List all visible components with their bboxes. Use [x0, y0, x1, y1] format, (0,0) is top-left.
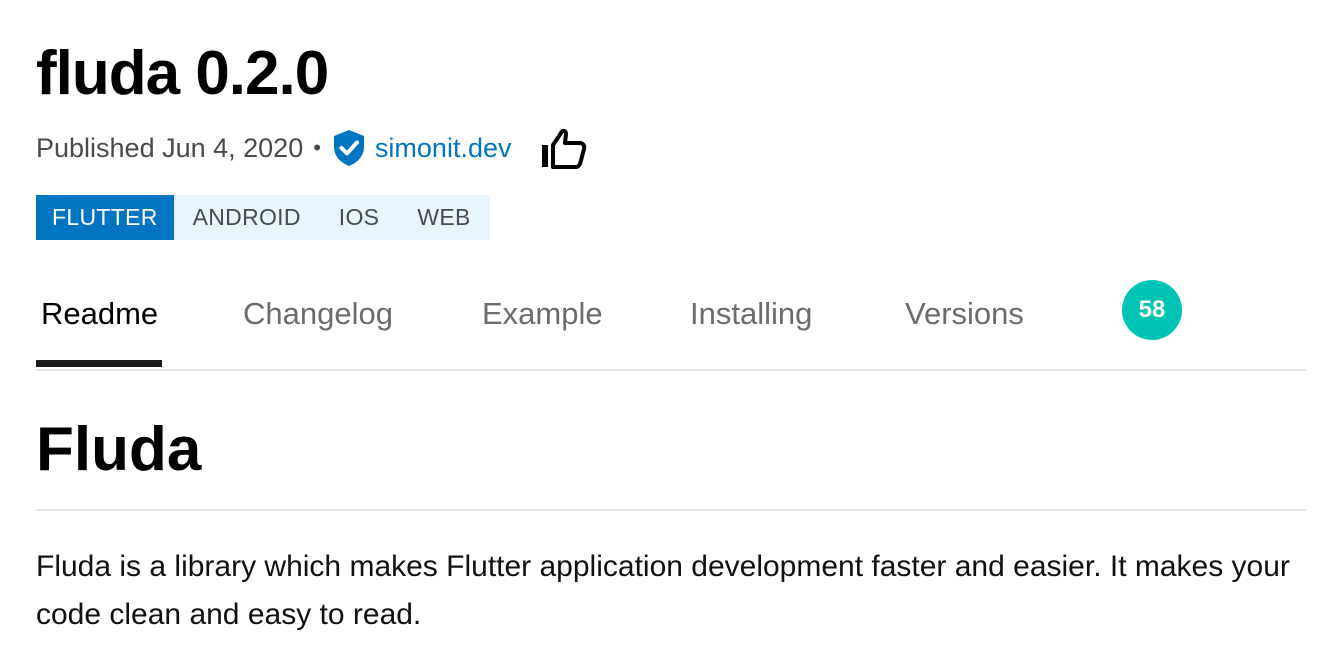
score-badge[interactable]: 58 — [1122, 280, 1182, 340]
like-button[interactable] — [541, 127, 587, 169]
package-meta: Published Jun 4, 2020 • simonit.dev — [36, 124, 587, 172]
publisher-name[interactable]: simonit.dev — [375, 133, 512, 164]
package-page: fluda 0.2.0 Published Jun 4, 2020 • simo… — [0, 0, 1336, 670]
active-tab-indicator — [36, 360, 162, 367]
tab-readme[interactable]: Readme — [41, 296, 158, 332]
tab-installing[interactable]: Installing — [690, 296, 812, 332]
package-title: fluda 0.2.0 — [36, 39, 329, 108]
readme-heading: Fluda — [36, 415, 202, 484]
tag-web[interactable]: WEB — [398, 195, 489, 240]
publisher-link[interactable]: simonit.dev — [331, 129, 512, 167]
tab-changelog[interactable]: Changelog — [243, 296, 393, 332]
detail-tabs: Readme Changelog Example Installing Vers… — [36, 270, 1306, 371]
tag-android[interactable]: ANDROID — [174, 195, 320, 240]
verified-shield-icon — [333, 130, 364, 166]
readme-paragraph: Fluda is a library which makes Flutter a… — [36, 550, 1290, 631]
platform-tags: FLUTTER ANDROID IOS WEB — [36, 195, 490, 240]
tab-example[interactable]: Example — [482, 296, 603, 332]
tag-flutter[interactable]: FLUTTER — [36, 195, 174, 240]
heading-divider — [36, 509, 1306, 511]
meta-separator: • — [313, 135, 321, 160]
thumbs-up-icon — [542, 128, 587, 169]
tag-ios[interactable]: IOS — [320, 195, 399, 240]
tab-versions[interactable]: Versions — [905, 296, 1024, 332]
published-date: Published Jun 4, 2020 — [36, 132, 304, 163]
